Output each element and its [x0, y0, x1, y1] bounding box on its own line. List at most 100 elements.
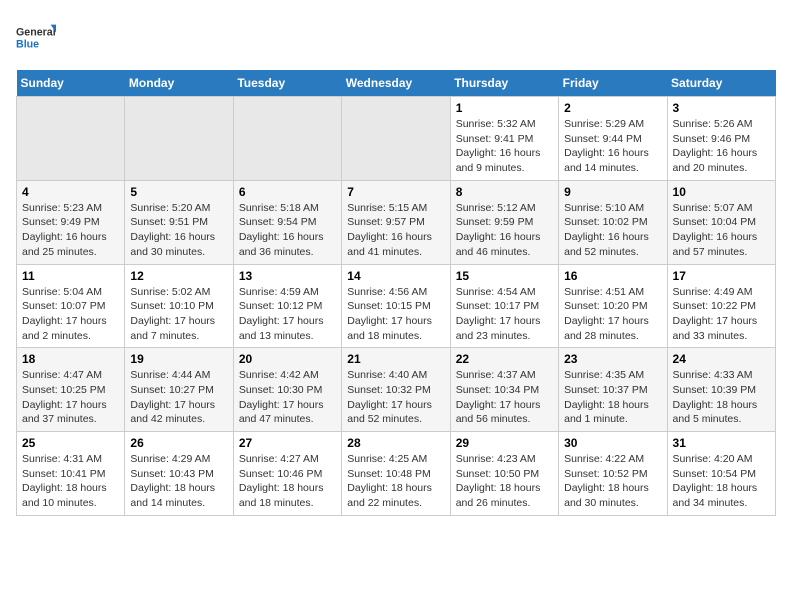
- day-info: Sunrise: 4:23 AM Sunset: 10:50 PM Daylig…: [456, 452, 553, 511]
- week-row-1: 1 Sunrise: 5:32 AM Sunset: 9:41 PM Daylig…: [17, 97, 776, 181]
- calendar-cell: 12 Sunrise: 5:02 AM Sunset: 10:10 PM Dayl…: [125, 264, 233, 348]
- calendar-cell: 4 Sunrise: 5:23 AM Sunset: 9:49 PM Daylig…: [17, 180, 125, 264]
- calendar-cell: [342, 97, 450, 181]
- week-row-2: 4 Sunrise: 5:23 AM Sunset: 9:49 PM Daylig…: [17, 180, 776, 264]
- calendar-cell: 13 Sunrise: 4:59 AM Sunset: 10:12 PM Dayl…: [233, 264, 341, 348]
- day-number: 20: [239, 352, 336, 366]
- day-info: Sunrise: 4:25 AM Sunset: 10:48 PM Daylig…: [347, 452, 444, 511]
- day-number: 12: [130, 269, 227, 283]
- day-info: Sunrise: 5:12 AM Sunset: 9:59 PM Dayligh…: [456, 201, 553, 260]
- page-header: General Blue: [16, 16, 776, 60]
- calendar-cell: 14 Sunrise: 4:56 AM Sunset: 10:15 PM Dayl…: [342, 264, 450, 348]
- week-row-3: 11 Sunrise: 5:04 AM Sunset: 10:07 PM Dayl…: [17, 264, 776, 348]
- day-info: Sunrise: 5:20 AM Sunset: 9:51 PM Dayligh…: [130, 201, 227, 260]
- calendar-cell: 26Sunrise: 4:29 AM Sunset: 10:43 PM Dayl…: [125, 432, 233, 516]
- day-number: 29: [456, 436, 553, 450]
- weekday-header-sunday: Sunday: [17, 70, 125, 97]
- logo-svg: General Blue: [16, 16, 56, 60]
- day-number: 28: [347, 436, 444, 450]
- day-info: Sunrise: 5:18 AM Sunset: 9:54 PM Dayligh…: [239, 201, 336, 260]
- day-number: 13: [239, 269, 336, 283]
- day-info: Sunrise: 5:32 AM Sunset: 9:41 PM Dayligh…: [456, 117, 553, 176]
- calendar-cell: 9 Sunrise: 5:10 AM Sunset: 10:02 PM Dayli…: [559, 180, 667, 264]
- day-info: Sunrise: 5:10 AM Sunset: 10:02 PM Daylig…: [564, 201, 661, 260]
- day-info: Sunrise: 4:33 AM Sunset: 10:39 PM Daylig…: [673, 368, 770, 427]
- calendar-cell: [125, 97, 233, 181]
- day-info: Sunrise: 5:15 AM Sunset: 9:57 PM Dayligh…: [347, 201, 444, 260]
- calendar-cell: 20 Sunrise: 4:42 AM Sunset: 10:30 PM Dayl…: [233, 348, 341, 432]
- calendar-cell: 15 Sunrise: 4:54 AM Sunset: 10:17 PM Dayl…: [450, 264, 558, 348]
- calendar-cell: 25Sunrise: 4:31 AM Sunset: 10:41 PM Dayl…: [17, 432, 125, 516]
- day-number: 8: [456, 185, 553, 199]
- calendar-cell: 17 Sunrise: 4:49 AM Sunset: 10:22 PM Dayl…: [667, 264, 775, 348]
- day-info: Sunrise: 4:37 AM Sunset: 10:34 PM Daylig…: [456, 368, 553, 427]
- day-info: Sunrise: 4:54 AM Sunset: 10:17 PM Daylig…: [456, 285, 553, 344]
- day-number: 23: [564, 352, 661, 366]
- svg-text:Blue: Blue: [16, 38, 39, 50]
- day-number: 4: [22, 185, 119, 199]
- day-number: 17: [673, 269, 770, 283]
- calendar-cell: 28 Sunrise: 4:25 AM Sunset: 10:48 PM Dayl…: [342, 432, 450, 516]
- day-info: Sunrise: 5:26 AM Sunset: 9:46 PM Dayligh…: [673, 117, 770, 176]
- day-number: 21: [347, 352, 444, 366]
- day-number: 22: [456, 352, 553, 366]
- day-number: 27: [239, 436, 336, 450]
- calendar-cell: 2 Sunrise: 5:29 AM Sunset: 9:44 PM Daylig…: [559, 97, 667, 181]
- day-number: 25: [22, 436, 119, 450]
- week-row-4: 18 Sunrise: 4:47 AM Sunset: 10:25 PM Dayl…: [17, 348, 776, 432]
- calendar-cell: 24 Sunrise: 4:33 AM Sunset: 10:39 PM Dayl…: [667, 348, 775, 432]
- day-info: Sunrise: 5:04 AM Sunset: 10:07 PM Daylig…: [22, 285, 119, 344]
- day-number: 16: [564, 269, 661, 283]
- calendar-cell: 31 Sunrise: 4:20 AM Sunset: 10:54 PM Dayl…: [667, 432, 775, 516]
- day-number: 2: [564, 101, 661, 115]
- calendar-cell: 19 Sunrise: 4:44 AM Sunset: 10:27 PM Dayl…: [125, 348, 233, 432]
- day-info: Sunrise: 5:07 AM Sunset: 10:04 PM Daylig…: [673, 201, 770, 260]
- weekday-header-monday: Monday: [125, 70, 233, 97]
- weekday-header-row: SundayMondayTuesdayWednesdayThursdayFrid…: [17, 70, 776, 97]
- calendar-cell: 30 Sunrise: 4:22 AM Sunset: 10:52 PM Dayl…: [559, 432, 667, 516]
- day-number: 10: [673, 185, 770, 199]
- calendar-cell: [17, 97, 125, 181]
- day-info: Sunrise: 4:47 AM Sunset: 10:25 PM Daylig…: [22, 368, 119, 427]
- calendar-cell: 1 Sunrise: 5:32 AM Sunset: 9:41 PM Daylig…: [450, 97, 558, 181]
- day-number: 19: [130, 352, 227, 366]
- day-number: 1: [456, 101, 553, 115]
- day-info: Sunrise: 5:02 AM Sunset: 10:10 PM Daylig…: [130, 285, 227, 344]
- day-info: Sunrise: 4:35 AM Sunset: 10:37 PM Daylig…: [564, 368, 661, 427]
- day-info: Sunrise: 5:29 AM Sunset: 9:44 PM Dayligh…: [564, 117, 661, 176]
- day-info: Sunrise: 4:44 AM Sunset: 10:27 PM Daylig…: [130, 368, 227, 427]
- day-info: Sunrise: 4:59 AM Sunset: 10:12 PM Daylig…: [239, 285, 336, 344]
- day-number: 24: [673, 352, 770, 366]
- calendar-cell: 29 Sunrise: 4:23 AM Sunset: 10:50 PM Dayl…: [450, 432, 558, 516]
- day-info: Sunrise: 4:40 AM Sunset: 10:32 PM Daylig…: [347, 368, 444, 427]
- weekday-header-friday: Friday: [559, 70, 667, 97]
- day-info: Sunrise: 5:23 AM Sunset: 9:49 PM Dayligh…: [22, 201, 119, 260]
- calendar-cell: 8 Sunrise: 5:12 AM Sunset: 9:59 PM Daylig…: [450, 180, 558, 264]
- calendar-cell: 7Sunrise: 5:15 AM Sunset: 9:57 PM Daylig…: [342, 180, 450, 264]
- day-info: Sunrise: 4:27 AM Sunset: 10:46 PM Daylig…: [239, 452, 336, 511]
- day-number: 15: [456, 269, 553, 283]
- weekday-header-saturday: Saturday: [667, 70, 775, 97]
- day-number: 3: [673, 101, 770, 115]
- svg-text:General: General: [16, 26, 56, 38]
- calendar-cell: 10 Sunrise: 5:07 AM Sunset: 10:04 PM Dayl…: [667, 180, 775, 264]
- calendar-cell: 23 Sunrise: 4:35 AM Sunset: 10:37 PM Dayl…: [559, 348, 667, 432]
- day-number: 14: [347, 269, 444, 283]
- logo: General Blue: [16, 16, 56, 60]
- day-number: 31: [673, 436, 770, 450]
- day-number: 9: [564, 185, 661, 199]
- calendar-cell: 11 Sunrise: 5:04 AM Sunset: 10:07 PM Dayl…: [17, 264, 125, 348]
- day-info: Sunrise: 4:22 AM Sunset: 10:52 PM Daylig…: [564, 452, 661, 511]
- day-number: 18: [22, 352, 119, 366]
- day-info: Sunrise: 4:42 AM Sunset: 10:30 PM Daylig…: [239, 368, 336, 427]
- day-info: Sunrise: 4:20 AM Sunset: 10:54 PM Daylig…: [673, 452, 770, 511]
- day-number: 6: [239, 185, 336, 199]
- day-number: 30: [564, 436, 661, 450]
- day-number: 11: [22, 269, 119, 283]
- calendar-cell: 16Sunrise: 4:51 AM Sunset: 10:20 PM Dayl…: [559, 264, 667, 348]
- calendar-cell: 6 Sunrise: 5:18 AM Sunset: 9:54 PM Daylig…: [233, 180, 341, 264]
- week-row-5: 25Sunrise: 4:31 AM Sunset: 10:41 PM Dayl…: [17, 432, 776, 516]
- day-info: Sunrise: 4:56 AM Sunset: 10:15 PM Daylig…: [347, 285, 444, 344]
- calendar-cell: 21 Sunrise: 4:40 AM Sunset: 10:32 PM Dayl…: [342, 348, 450, 432]
- day-info: Sunrise: 4:49 AM Sunset: 10:22 PM Daylig…: [673, 285, 770, 344]
